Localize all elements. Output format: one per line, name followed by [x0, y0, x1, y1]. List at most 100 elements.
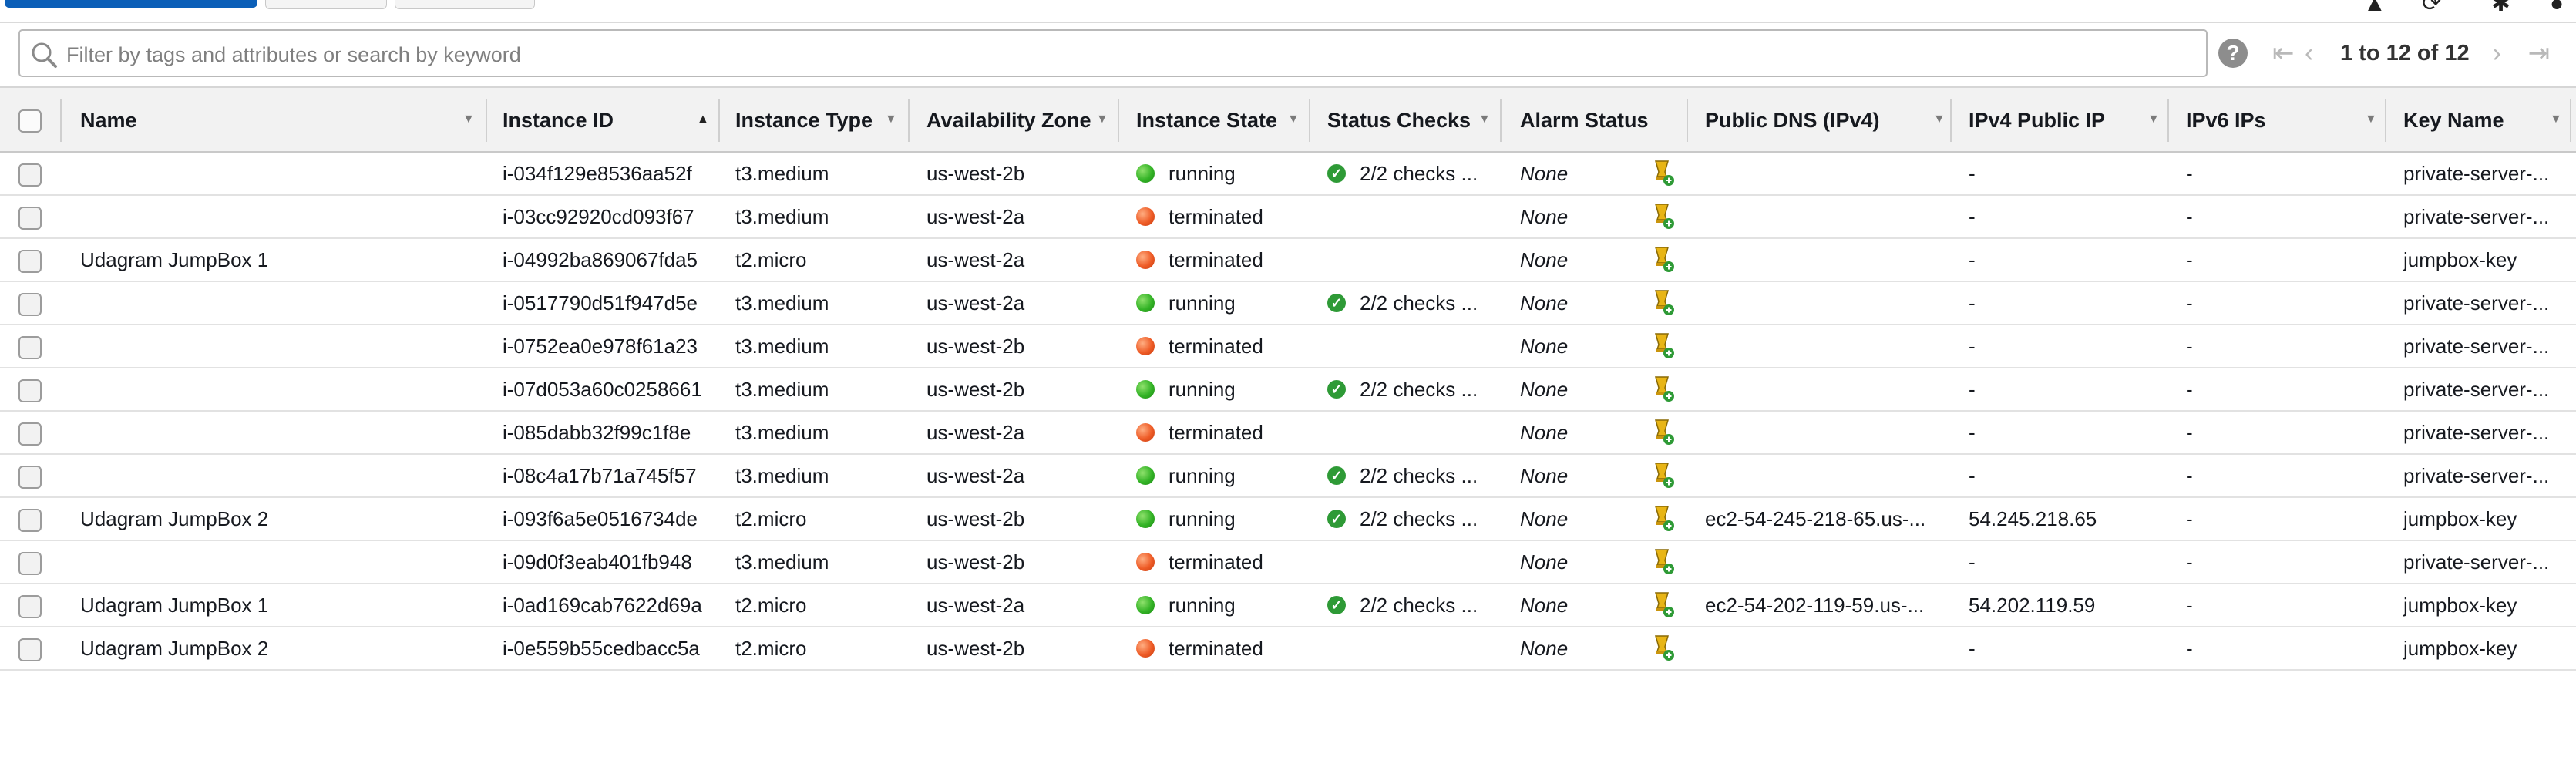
create-alarm-icon[interactable]	[1648, 289, 1676, 317]
row-checkbox[interactable]	[18, 250, 42, 273]
row-checkbox[interactable]	[18, 422, 42, 446]
divider	[0, 22, 2576, 23]
status-checks[interactable]	[1327, 196, 1497, 237]
column-header-alarm-status[interactable]: Alarm Status	[1520, 88, 1683, 153]
row-checkbox[interactable]	[18, 163, 42, 187]
table-row[interactable]: Udagram JumpBox 2 i-093f6a5e0516734de t2…	[0, 498, 2576, 541]
launch-instance-button[interactable]	[5, 0, 257, 8]
status-dot-icon	[1136, 251, 1155, 269]
create-alarm-icon[interactable]	[1648, 203, 1676, 230]
row-checkbox[interactable]	[18, 379, 42, 402]
select-all-checkbox[interactable]	[18, 109, 42, 133]
instance-type: t2.micro	[735, 506, 807, 530]
instance-state: running	[1136, 455, 1306, 496]
table-row[interactable]: i-03cc92920cd093f67 t3.medium us-west-2a…	[0, 196, 2576, 239]
filter-bar[interactable]	[18, 29, 2208, 77]
status-checks[interactable]: ✓ 2/2 checks ...	[1327, 368, 1497, 410]
first-page-icon[interactable]: ⇤	[2272, 38, 2305, 69]
column-header-key-name[interactable]: Key Name ▼	[2403, 88, 2573, 153]
table-row[interactable]: i-09d0f3eab401fb948 t3.medium us-west-2b…	[0, 541, 2576, 584]
sort-icon: ▼	[1096, 113, 1108, 126]
status-checks[interactable]	[1327, 541, 1497, 583]
instance-name	[80, 196, 481, 237]
table-row[interactable]: Udagram JumpBox 1 i-04992ba869067fda5 t2…	[0, 239, 2576, 282]
create-alarm-icon[interactable]	[1648, 375, 1676, 403]
availability-zone: us-west-2b	[926, 161, 1025, 185]
status-checks[interactable]	[1327, 627, 1497, 669]
instance-type: t3.medium	[735, 377, 829, 401]
ipv6-ips: -	[2186, 550, 2193, 574]
row-checkbox[interactable]	[18, 509, 42, 532]
status-checks[interactable]: ✓ 2/2 checks ...	[1327, 455, 1497, 496]
status-checks[interactable]: ✓ 2/2 checks ...	[1327, 153, 1497, 194]
row-checkbox[interactable]	[18, 552, 42, 575]
alarm-status: None	[1520, 420, 1569, 444]
key-name: private-server-...	[2403, 161, 2550, 185]
column-header-availability-zone[interactable]: Availability Zone ▼	[926, 88, 1115, 153]
create-alarm-icon[interactable]	[1648, 419, 1676, 446]
table-row[interactable]: Udagram JumpBox 1 i-0ad169cab7622d69a t2…	[0, 584, 2576, 627]
refresh-icon[interactable]: ⟳	[2422, 0, 2441, 15]
status-checks[interactable]	[1327, 412, 1497, 453]
status-dot-icon	[1136, 553, 1155, 571]
check-circle-icon: ✓	[1327, 510, 1346, 528]
create-alarm-icon[interactable]	[1648, 548, 1676, 576]
status-dot-icon	[1136, 639, 1155, 658]
ipv4-public-ip: -	[1969, 161, 1976, 185]
create-alarm-icon[interactable]	[1648, 332, 1676, 360]
column-header-instance-state[interactable]: Instance State ▼	[1136, 88, 1306, 153]
public-dns	[1705, 541, 1936, 583]
search-input[interactable]	[65, 37, 2134, 72]
table-row[interactable]: Udagram JumpBox 2 i-0e559b55cedbacc5a t2…	[0, 627, 2576, 671]
create-alarm-icon[interactable]	[1648, 462, 1676, 490]
availability-zone: us-west-2b	[926, 377, 1025, 401]
status-checks[interactable]	[1327, 239, 1497, 281]
actions-button[interactable]	[395, 0, 535, 9]
table-row[interactable]: i-034f129e8536aa52f t3.medium us-west-2b…	[0, 153, 2576, 196]
ipv4-public-ip: -	[1969, 550, 1976, 574]
row-checkbox[interactable]	[18, 207, 42, 230]
column-header-ipv4-public-ip[interactable]: IPv4 Public IP ▼	[1969, 88, 2166, 153]
info-icon[interactable]: ●	[2550, 0, 2564, 15]
column-header-instance-id[interactable]: Instance ID ▲	[503, 88, 718, 153]
connect-button[interactable]	[265, 0, 387, 9]
last-page-icon[interactable]: ⇥	[2528, 38, 2561, 69]
column-header-public-dns[interactable]: Public DNS (IPv4) ▼	[1705, 88, 1952, 153]
create-alarm-icon[interactable]	[1648, 505, 1676, 533]
create-alarm-icon[interactable]	[1648, 246, 1676, 274]
column-header-ipv6-ips[interactable]: IPv6 IPs ▼	[2186, 88, 2386, 153]
create-alarm-icon[interactable]	[1648, 160, 1676, 187]
next-page-icon[interactable]: ›	[2493, 39, 2528, 69]
row-checkbox[interactable]	[18, 293, 42, 316]
create-alarm-icon[interactable]	[1648, 591, 1676, 619]
ipv4-public-ip: 54.245.218.65	[1969, 506, 2097, 530]
column-header-name[interactable]: Name ▼	[80, 88, 481, 153]
row-checkbox[interactable]	[18, 638, 42, 661]
column-header-status-checks[interactable]: Status Checks ▼	[1327, 88, 1497, 153]
help-icon[interactable]: ?	[2218, 39, 2248, 68]
instance-state: running	[1136, 153, 1306, 194]
table-row[interactable]: i-085dabb32f99c1f8e t3.medium us-west-2a…	[0, 412, 2576, 455]
instance-type: t3.medium	[735, 291, 829, 315]
prev-page-icon[interactable]: ‹	[2305, 39, 2340, 69]
status-checks[interactable]: ✓ 2/2 checks ...	[1327, 282, 1497, 324]
status-checks[interactable]: ✓ 2/2 checks ...	[1327, 498, 1497, 540]
table-row[interactable]: i-0752ea0e978f61a23 t3.medium us-west-2b…	[0, 325, 2576, 368]
settings-icon[interactable]: ✱	[2491, 0, 2510, 15]
status-checks[interactable]	[1327, 325, 1497, 367]
column-header-instance-type[interactable]: Instance Type ▼	[735, 88, 903, 153]
create-alarm-icon[interactable]	[1648, 634, 1676, 662]
status-checks-text: 2/2 checks ...	[1360, 506, 1478, 530]
row-checkbox[interactable]	[18, 466, 42, 489]
instance-type: t2.micro	[735, 636, 807, 660]
table-row[interactable]: i-0517790d51f947d5e t3.medium us-west-2a…	[0, 282, 2576, 325]
status-checks[interactable]: ✓ 2/2 checks ...	[1327, 584, 1497, 626]
instance-state-text: terminated	[1169, 550, 1263, 574]
row-checkbox[interactable]	[18, 595, 42, 618]
row-checkbox[interactable]	[18, 336, 42, 359]
user-icon[interactable]: ▲	[2363, 0, 2386, 15]
alarm-status: None	[1520, 291, 1569, 315]
public-dns	[1705, 325, 1936, 367]
table-row[interactable]: i-07d053a60c0258661 t3.medium us-west-2b…	[0, 368, 2576, 412]
table-row[interactable]: i-08c4a17b71a745f57 t3.medium us-west-2a…	[0, 455, 2576, 498]
